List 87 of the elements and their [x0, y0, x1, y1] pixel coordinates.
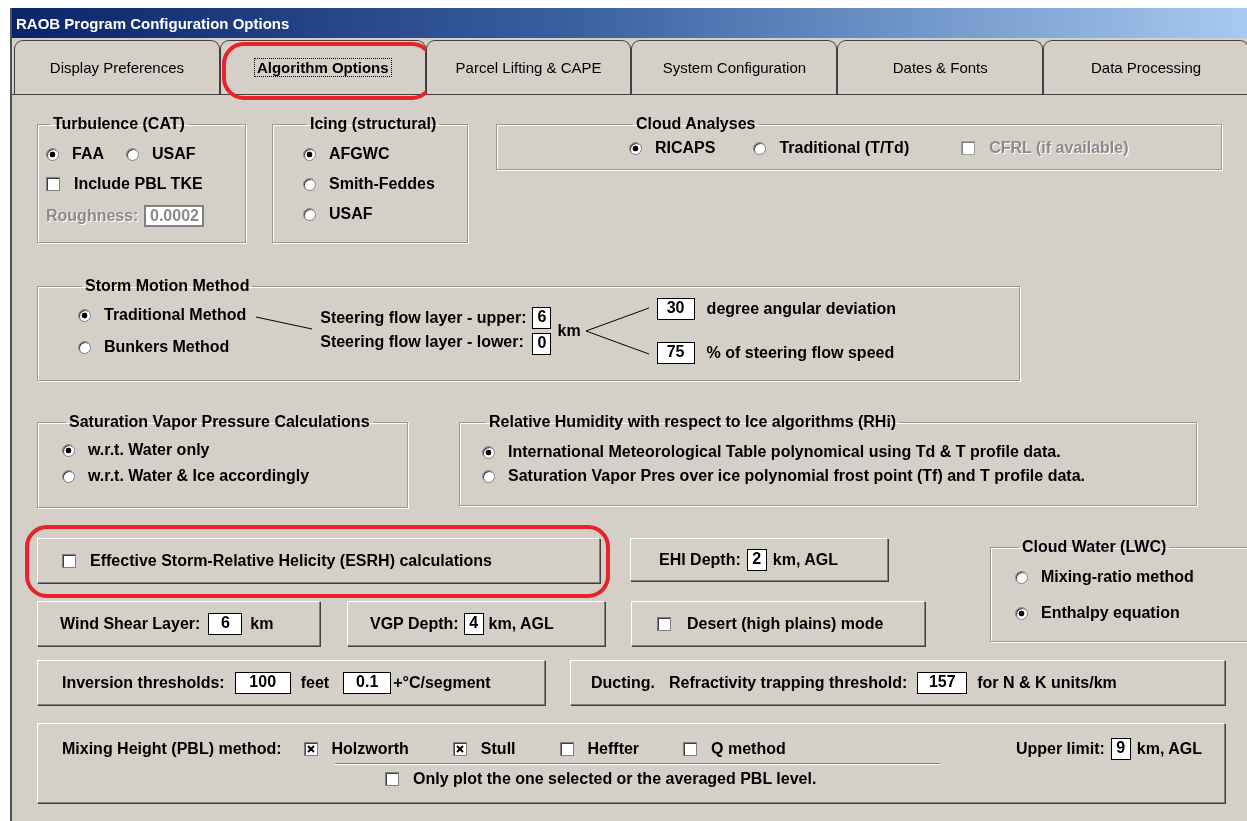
checkbox[interactable]	[657, 616, 671, 631]
option-label: Saturation Vapor Pres over ice polynomial frost point (Tf) and T profile data.	[508, 467, 1085, 485]
field-label: Upper limit:	[1015, 740, 1105, 758]
number-field[interactable]: 30	[656, 298, 695, 320]
number-field[interactable]: 157	[917, 671, 968, 694]
option-label: USAF	[329, 205, 373, 223]
tab[interactable]: Display Preferences	[14, 40, 220, 94]
field-label: Roughness:	[46, 207, 139, 225]
option-label: RICAPS	[655, 139, 716, 157]
branch-lines	[584, 307, 649, 355]
option-label: w.r.t. Water & Ice accordingly	[88, 467, 310, 485]
unit-label: km, AGL	[1136, 740, 1202, 758]
field-label: Refractivity trapping threshold:	[669, 673, 908, 692]
group-title: Cloud Water (LWC)	[1022, 538, 1167, 555]
checkbox-label: Only plot the one selected or the averaged PBL level.	[413, 770, 817, 788]
field-label: Steering flow layer - lower:	[320, 333, 525, 351]
checkbox[interactable]	[62, 553, 76, 568]
checkbox-label: Include PBL TKE	[74, 175, 203, 193]
checkbox[interactable]	[559, 742, 574, 756]
unit-label: km	[557, 322, 581, 340]
number-field[interactable]: 2	[746, 548, 767, 571]
field-label: VGP Depth:	[370, 614, 459, 633]
unit-label: feet	[300, 673, 330, 692]
option-label: Mixing-ratio method	[1041, 568, 1194, 586]
field-label: Ducting.	[591, 673, 655, 692]
field-label: Mixing Height (PBL) method:	[62, 740, 282, 758]
radio-button[interactable]	[303, 177, 316, 191]
tab[interactable]: Data Processing	[1043, 40, 1247, 94]
number-field[interactable]: 6	[532, 307, 552, 329]
connector-line	[256, 316, 313, 330]
number-field[interactable]: 0.1	[343, 671, 392, 694]
radio-button[interactable]	[62, 443, 75, 457]
group-title: Cloud Analyses	[636, 115, 756, 132]
option-label: USAF	[152, 145, 196, 163]
tab[interactable]: Dates & Fonts	[837, 40, 1044, 94]
number-field[interactable]: 6	[208, 612, 243, 635]
option-label: Enthalpy equation	[1041, 604, 1180, 622]
unit-label: km, AGL	[772, 550, 838, 569]
window-title: RAOB Program Configuration Options	[16, 14, 290, 32]
checkbox-label: CFRL (if available)	[989, 139, 1129, 157]
unit-label: +°C/segment	[393, 673, 491, 692]
checkbox[interactable]	[385, 772, 399, 786]
option-label: Smith-Feddes	[329, 175, 435, 193]
option-label: International Meteorological Table polynomical using Td & T profile data.	[508, 443, 1061, 461]
number-field[interactable]: 0	[532, 333, 552, 355]
number-field[interactable]: 75	[656, 342, 695, 364]
number-field[interactable]: 100	[234, 671, 291, 694]
option-label: Traditional (T/Td)	[779, 139, 910, 157]
field-label: EHI Depth:	[659, 550, 741, 569]
checkbox-label: Holzworth	[331, 740, 409, 758]
unit-label: km	[250, 614, 274, 633]
number-field[interactable]: 9	[1110, 738, 1131, 760]
unit-label: for N & K units/km	[977, 673, 1117, 692]
number-field[interactable]: 4	[463, 612, 484, 635]
group-title: Relative Humidity with respect to Ice algorithms (RHi)	[489, 413, 897, 430]
checkbox-label: Desert (high plains) mode	[687, 614, 884, 633]
group-title: Turbulence (CAT)	[53, 115, 185, 132]
radio-button[interactable]	[629, 141, 642, 155]
radio-button[interactable]	[78, 340, 91, 354]
checkbox-label: Stull	[480, 740, 516, 758]
tab[interactable]: Algorithm Options	[219, 40, 426, 94]
unit-label: km, AGL	[488, 614, 554, 633]
field-label: degree angular deviation	[706, 300, 896, 318]
tab[interactable]: Parcel Lifting & CAPE	[425, 40, 632, 94]
option-label: FAA	[72, 145, 104, 163]
checkbox[interactable]	[46, 177, 60, 191]
radio-button[interactable]	[1015, 606, 1028, 620]
radio-button[interactable]	[753, 141, 767, 155]
option-label: AFGWC	[329, 145, 390, 163]
option-label: Traditional Method	[104, 306, 247, 324]
field-label: % of steering flow speed	[706, 344, 895, 362]
group-title: Icing (structural)	[310, 115, 437, 132]
field-label: Steering flow layer - upper:	[320, 309, 527, 327]
field-label: Wind Shear Layer:	[60, 614, 201, 633]
tab[interactable]: System Configuration	[631, 40, 838, 94]
checkbox-label: Q method	[711, 740, 786, 758]
checkbox[interactable]	[452, 742, 467, 756]
checkbox-label: Effective Storm-Relative Helicity (ESRH) calculations	[90, 551, 492, 570]
checkbox[interactable]	[683, 742, 698, 756]
checkbox[interactable]	[303, 742, 318, 756]
group-title: Saturation Vapor Pressure Calculations	[69, 413, 370, 430]
option-label: Bunkers Method	[104, 338, 230, 356]
field-label: Inversion thresholds:	[62, 673, 225, 692]
option-label: w.r.t. Water only	[88, 441, 210, 459]
group-title: Storm Motion Method	[85, 277, 250, 294]
radio-button[interactable]	[126, 147, 139, 161]
checkbox-label: Heffter	[587, 740, 640, 758]
